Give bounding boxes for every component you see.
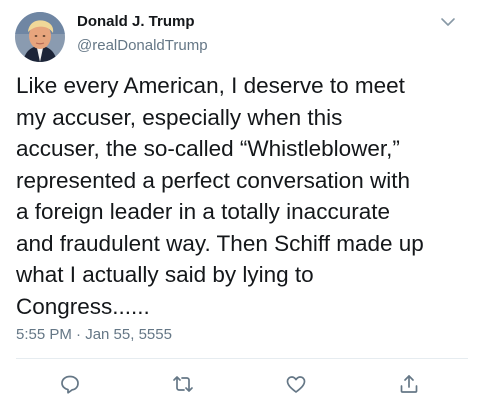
avatar-image — [15, 12, 65, 62]
tweet-text: Like every American, I deserve to meet m… — [16, 73, 424, 319]
timestamp[interactable]: 5:55 PM · Jan 55, 5555 — [16, 326, 172, 343]
divider — [16, 358, 468, 359]
display-name[interactable]: Donald J. Trump — [77, 13, 195, 30]
share-icon[interactable] — [397, 372, 421, 396]
reply-icon[interactable] — [58, 372, 82, 396]
chevron-down-icon[interactable] — [438, 14, 458, 30]
heart-icon[interactable] — [284, 372, 308, 396]
avatar[interactable] — [15, 12, 65, 62]
handle[interactable]: @realDonaldTrump — [77, 37, 208, 54]
retweet-icon[interactable] — [171, 372, 195, 396]
tweet-card: Donald J. Trump @realDonaldTrump Like ev… — [0, 0, 480, 410]
